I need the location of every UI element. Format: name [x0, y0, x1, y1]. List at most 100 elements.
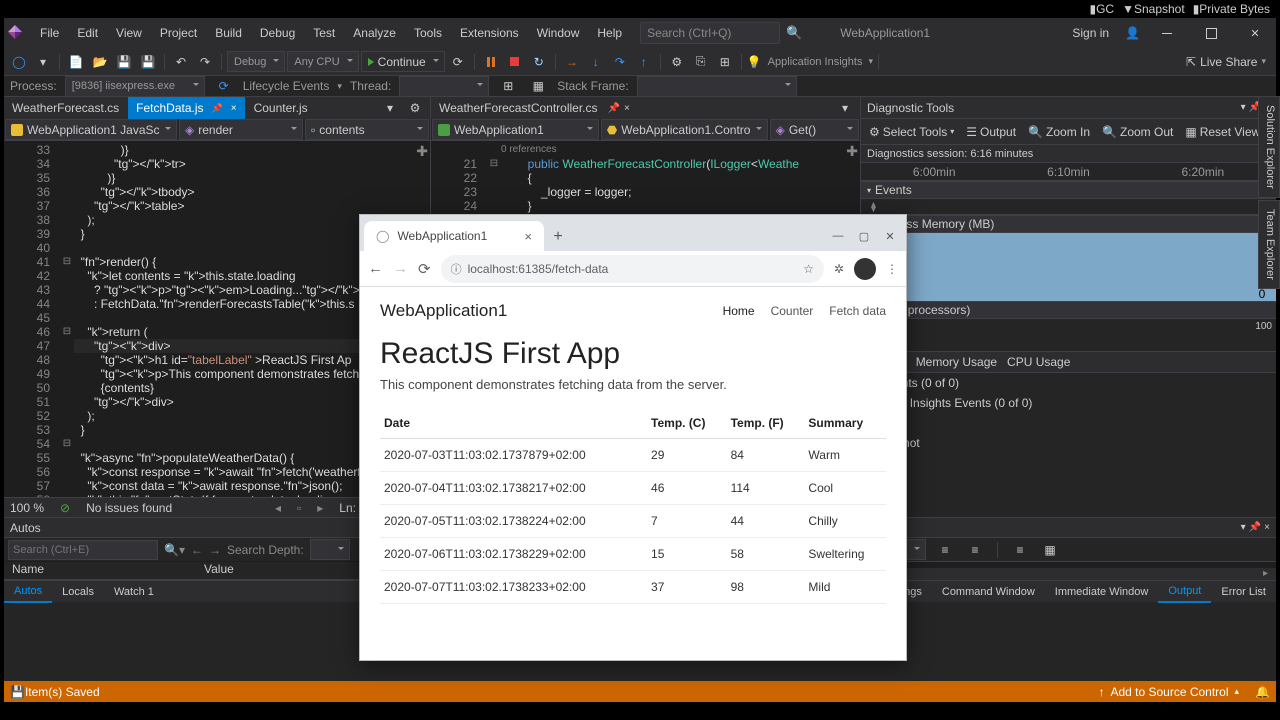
undo-icon[interactable]: ↶ [170, 51, 192, 73]
reload-icon[interactable]: ⟳ [418, 260, 431, 278]
zoom-level[interactable]: 100 % [10, 501, 44, 515]
select-tools[interactable]: ⚙Select Tools▾ [865, 123, 958, 141]
nav-project2[interactable]: WebApplication1 [432, 119, 599, 140]
nav-fwd-icon[interactable]: → [209, 543, 221, 557]
menu-test[interactable]: Test [305, 22, 343, 44]
close-button[interactable] [1238, 21, 1272, 45]
step-into-icon[interactable]: ↓ [585, 51, 607, 73]
source-control-button[interactable]: Add to Source Control [1110, 685, 1228, 699]
menu-analyze[interactable]: Analyze [345, 22, 404, 44]
reset-view-btn[interactable]: ▦Reset View [1181, 123, 1264, 141]
solution-explorer-tab[interactable]: Solution Explorer [1258, 96, 1280, 198]
save-icon[interactable]: 💾 [113, 51, 135, 73]
browser-max-icon[interactable]: ▢ [858, 230, 870, 243]
menu-edit[interactable]: Edit [69, 22, 106, 44]
zoom-in-btn[interactable]: 🔍Zoom In [1024, 123, 1094, 141]
redo-icon[interactable]: ↷ [194, 51, 216, 73]
restart-debug-icon[interactable]: ↻ [528, 51, 550, 73]
thread-icon[interactable]: ⊞ [497, 75, 519, 97]
depth-dropdown[interactable] [310, 539, 350, 560]
forward-icon[interactable]: → [393, 260, 408, 277]
process-dropdown[interactable]: [9836] iisexpress.exe [65, 76, 205, 97]
restart-icon[interactable]: ⟳ [447, 51, 469, 73]
memory-section[interactable]: Process Memory (MB) ▮GC ▼Snapshot ▮Priva… [861, 215, 1276, 233]
tab-controller[interactable]: WeatherForecastController.cs📌× [431, 97, 639, 119]
menu-extensions[interactable]: Extensions [452, 22, 527, 44]
notification-icon[interactable]: 🔔 [1255, 685, 1270, 699]
stack-icon[interactable]: ▦ [527, 75, 549, 97]
maximize-button[interactable] [1194, 21, 1228, 45]
browser-min-icon[interactable]: — [832, 230, 844, 243]
show-next-icon[interactable]: → [561, 51, 583, 73]
step-out-icon[interactable]: ↑ [633, 51, 655, 73]
menu-window[interactable]: Window [529, 22, 588, 44]
minimize-button[interactable] [1150, 21, 1184, 45]
lifecycle-icon[interactable]: ⟳ [213, 75, 235, 97]
diag-row[interactable]: w Events (0 of 0) [861, 373, 1276, 393]
menu-project[interactable]: Project [152, 22, 205, 44]
gear-icon[interactable]: ⚙ [404, 97, 426, 119]
menu-tools[interactable]: Tools [406, 22, 450, 44]
menu-view[interactable]: View [108, 22, 150, 44]
live-share-button[interactable]: ⇱ Live Share ▾ [1180, 51, 1272, 73]
diag-row[interactable]: lication Insights Events (0 of 0) [861, 393, 1276, 413]
nav-project[interactable]: WebApplication1 JavaSc [5, 119, 177, 140]
tab-cpu[interactable]: CPU Usage [1007, 355, 1070, 369]
insights-label[interactable]: Application Insights [764, 56, 867, 68]
stackframe-dropdown[interactable] [637, 76, 797, 97]
team-explorer-tab[interactable]: Team Explorer [1258, 200, 1280, 289]
search-icon[interactable]: 🔍 [786, 25, 802, 41]
uncomment-icon[interactable]: ▦ [1039, 539, 1061, 561]
comment-icon[interactable]: ≡ [1009, 539, 1031, 561]
break-all-icon[interactable] [480, 51, 502, 73]
dropdown-icon[interactable]: ▾ [834, 97, 856, 119]
new-item-icon[interactable]: 📄 [65, 51, 87, 73]
publish-icon[interactable]: ↑ [1098, 685, 1104, 699]
dropdown-icon[interactable]: ▾ [1241, 522, 1246, 533]
tool-icon[interactable]: ⚙ [666, 51, 688, 73]
tab-memory[interactable]: Memory Usage [916, 355, 997, 369]
tab-fetchdata-js[interactable]: FetchData.js📌× [128, 97, 245, 119]
nav-scope[interactable]: ◈render [179, 119, 303, 140]
tab-counter-js[interactable]: Counter.js [246, 97, 317, 119]
site-info-icon[interactable]: ⓘ [451, 261, 462, 277]
url-bar[interactable]: ⓘ localhost:61385/fetch-data ☆ [441, 255, 824, 283]
nav-class[interactable]: ⬣WebApplication1.Contro [601, 119, 768, 140]
nav-back-icon[interactable]: ◯ [8, 51, 30, 73]
nav-method[interactable]: ◈Get() [770, 119, 859, 140]
menu-build[interactable]: Build [207, 22, 250, 44]
menu-icon[interactable]: ⋮ [886, 262, 898, 276]
diag-row[interactable]: Usage [861, 413, 1276, 433]
nav-link-home[interactable]: Home [723, 304, 755, 318]
platform-dropdown[interactable]: Any CPU [287, 51, 358, 72]
browser-tab[interactable]: ◯ WebApplication1 × [364, 221, 544, 251]
back-icon[interactable]: ← [368, 260, 383, 277]
menu-file[interactable]: File [32, 22, 67, 44]
tab-weatherforecast-cs[interactable]: WeatherForecast.cs [4, 97, 128, 119]
nav-member[interactable]: ▫contents [305, 119, 429, 140]
nav-fwd-icon[interactable]: ▾ [32, 51, 54, 73]
extensions-icon[interactable]: ✲ [834, 262, 844, 276]
app-brand[interactable]: WebApplication1 [380, 301, 507, 321]
user-icon[interactable]: 👤 [1125, 26, 1140, 40]
search-icon[interactable]: 🔍▾ [164, 543, 185, 557]
events-section[interactable]: Events [861, 181, 1276, 199]
indent-right-icon[interactable]: ≡ [964, 539, 986, 561]
promote-icon[interactable]: ▾ [379, 97, 401, 119]
nav-back-icon[interactable]: ← [191, 543, 203, 557]
diag-row[interactable]: e [861, 453, 1276, 473]
dropdown-icon[interactable]: ▾ [1241, 102, 1246, 113]
close-tab-icon[interactable]: × [524, 229, 532, 244]
sign-in-link[interactable]: Sign in [1066, 22, 1115, 44]
tool2-icon[interactable]: ⎘ [690, 51, 712, 73]
star-icon[interactable]: ☆ [803, 262, 814, 276]
bottom-tab-watch-1[interactable]: Watch 1 [104, 581, 164, 603]
pin-icon[interactable]: 📌 [1249, 522, 1261, 533]
bottom-tab-locals[interactable]: Locals [52, 581, 104, 603]
thread-dropdown[interactable] [399, 76, 489, 97]
bottom-tab-immediate-window[interactable]: Immediate Window [1045, 581, 1159, 603]
split-icon[interactable]: ✚ [416, 143, 428, 160]
col-value[interactable]: Value [204, 562, 234, 579]
col-name[interactable]: Name [12, 562, 44, 579]
new-tab-button[interactable]: + [544, 223, 572, 251]
